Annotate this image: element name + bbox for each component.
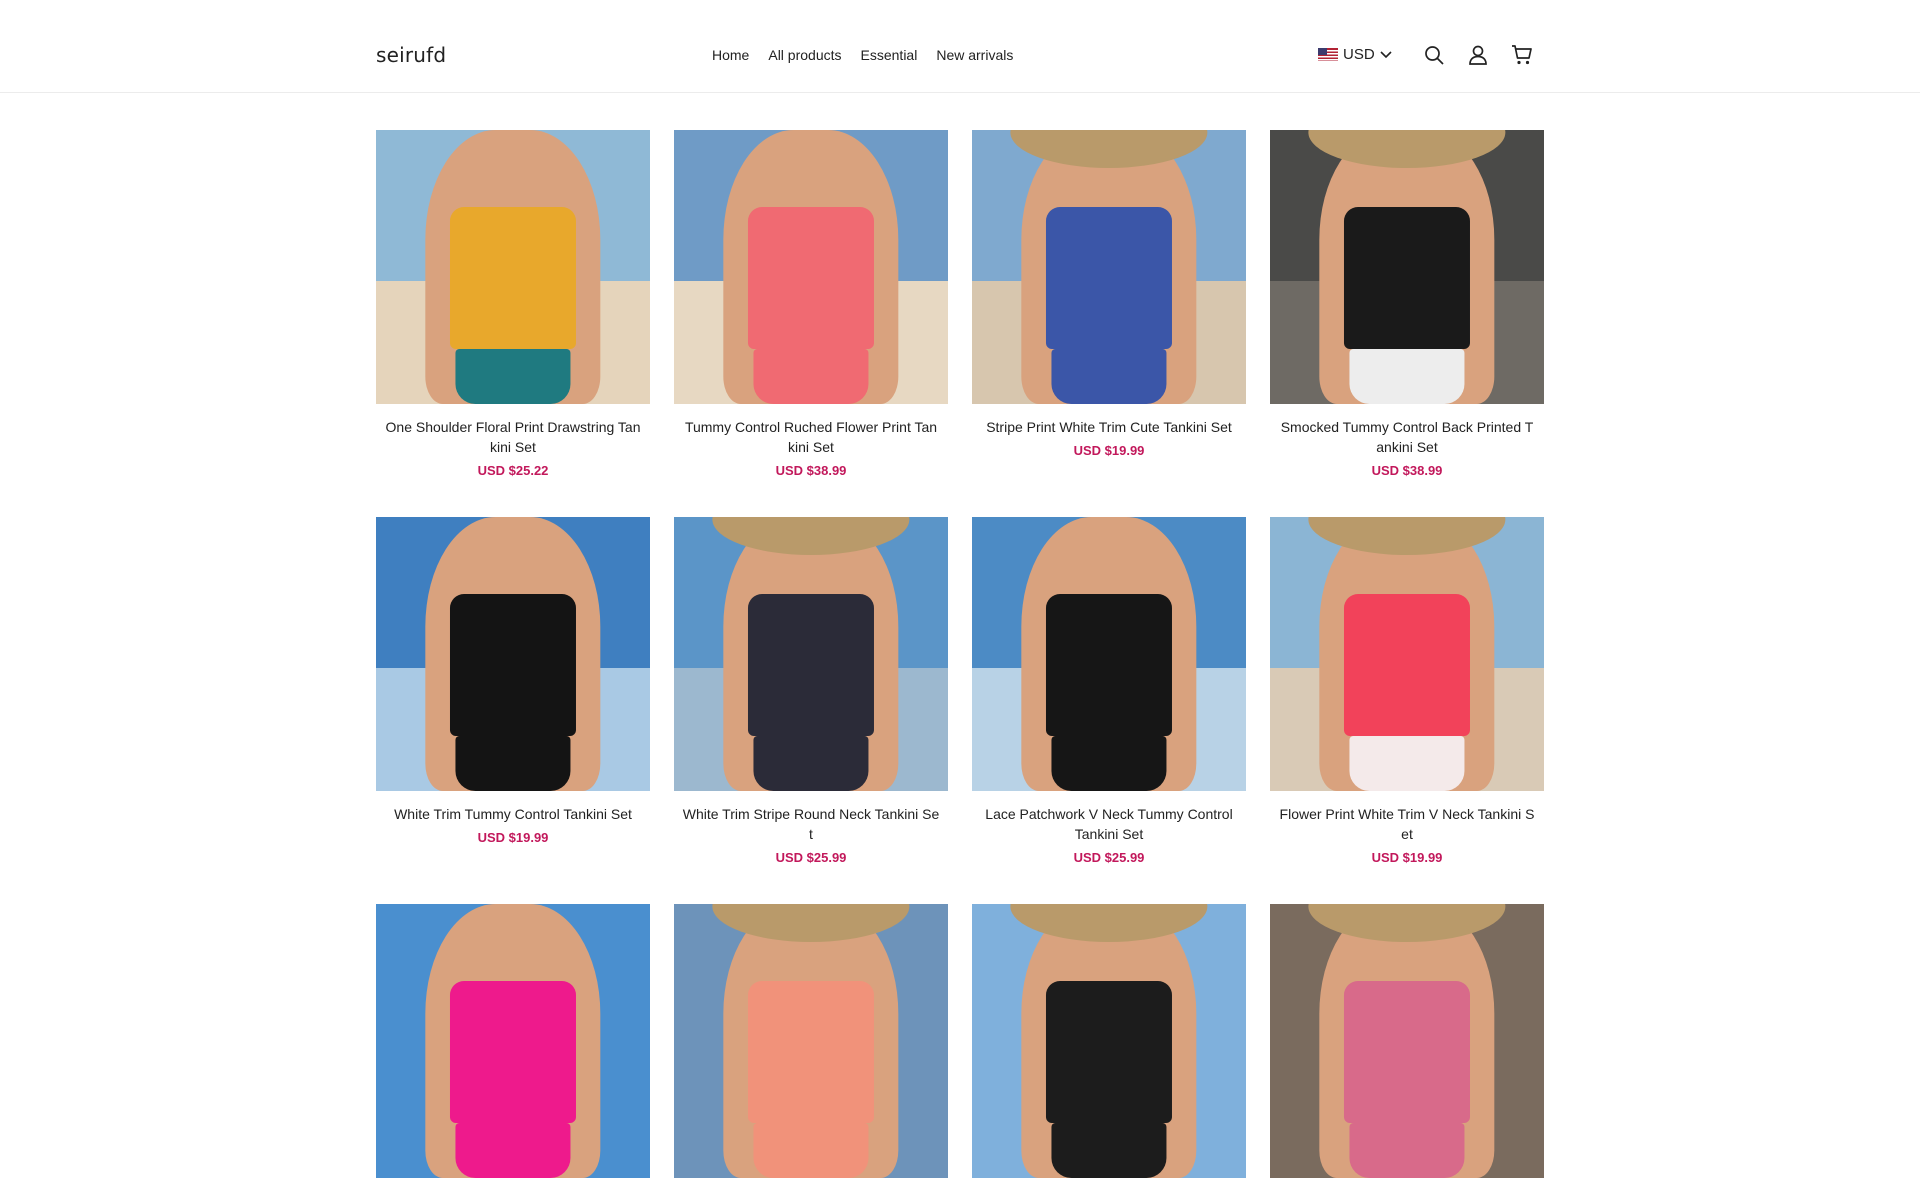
- product-title[interactable]: White Trim Tummy Control Tankini Set: [376, 804, 650, 824]
- swimsuit-top: [449, 206, 577, 350]
- chevron-down-icon: [1380, 50, 1392, 58]
- product-card[interactable]: [972, 904, 1246, 1178]
- nav-item-essential[interactable]: Essential: [861, 47, 918, 63]
- product-image[interactable]: [972, 904, 1246, 1178]
- swimsuit-top: [1045, 980, 1173, 1124]
- product-card[interactable]: Tummy Control Ruched Flower Print Tankin…: [674, 130, 948, 478]
- nav-item-home[interactable]: Home: [712, 47, 749, 63]
- product-card[interactable]: Smocked Tummy Control Back Printed Tanki…: [1270, 130, 1544, 478]
- product-price: USD $19.99: [1371, 850, 1443, 865]
- product-card[interactable]: One Shoulder Floral Print Drawstring Tan…: [376, 130, 650, 478]
- product-card[interactable]: Flower Print White Trim V Neck Tankini S…: [1270, 517, 1544, 865]
- nav-item-all-products[interactable]: All products: [768, 47, 841, 63]
- product-card[interactable]: [376, 904, 650, 1178]
- swimsuit-bottom: [753, 1123, 869, 1178]
- main-nav: Home All products Essential New arrivals: [712, 47, 1013, 63]
- product-image[interactable]: [376, 904, 650, 1178]
- product-card[interactable]: White Trim Tummy Control Tankini Set USD …: [376, 517, 650, 845]
- product-card[interactable]: [1270, 904, 1544, 1178]
- product-price: USD $25.99: [775, 850, 847, 865]
- swimsuit-bottom: [1051, 1123, 1167, 1178]
- product-card[interactable]: Lace Patchwork V Neck Tummy Control Tank…: [972, 517, 1246, 865]
- product-price: USD $38.99: [775, 463, 847, 478]
- swimsuit-top: [747, 206, 875, 350]
- product-price: USD $19.99: [1073, 443, 1145, 458]
- swimsuit-top: [1343, 206, 1471, 350]
- product-title[interactable]: Flower Print White Trim V Neck Tankini S…: [1270, 804, 1544, 844]
- swimsuit-bottom: [1051, 349, 1167, 404]
- swimsuit-bottom: [1349, 1123, 1465, 1178]
- product-card[interactable]: White Trim Stripe Round Neck Tankini Set…: [674, 517, 948, 865]
- swimsuit-bottom: [753, 349, 869, 404]
- swimsuit-top: [747, 980, 875, 1124]
- swimsuit-bottom: [1349, 736, 1465, 791]
- swimsuit-top: [449, 980, 577, 1124]
- product-image[interactable]: [376, 130, 650, 404]
- product-image[interactable]: [972, 130, 1246, 404]
- swimsuit-top: [747, 593, 875, 737]
- product-title[interactable]: One Shoulder Floral Print Drawstring Tan…: [376, 417, 650, 457]
- us-flag-icon: [1318, 48, 1338, 61]
- product-card[interactable]: [674, 904, 948, 1178]
- product-title[interactable]: Stripe Print White Trim Cute Tankini Set: [972, 417, 1246, 437]
- search-icon[interactable]: [1423, 44, 1445, 66]
- swimsuit-bottom: [455, 1123, 571, 1178]
- product-image[interactable]: [972, 517, 1246, 791]
- product-price: USD $38.99: [1371, 463, 1443, 478]
- currency-label: USD: [1343, 46, 1375, 63]
- cart-icon[interactable]: [1511, 44, 1533, 66]
- swimsuit-top: [1045, 206, 1173, 350]
- product-image[interactable]: [674, 904, 948, 1178]
- site-header: seirufd Home All products Essential New …: [0, 0, 1920, 93]
- product-card[interactable]: Stripe Print White Trim Cute Tankini Set…: [972, 130, 1246, 458]
- swimsuit-top: [1343, 593, 1471, 737]
- swimsuit-bottom: [1051, 736, 1167, 791]
- swimsuit-top: [449, 593, 577, 737]
- product-image[interactable]: [674, 517, 948, 791]
- swimsuit-bottom: [753, 736, 869, 791]
- swimsuit-top: [1343, 980, 1471, 1124]
- product-image[interactable]: [1270, 130, 1544, 404]
- nav-item-new-arrivals[interactable]: New arrivals: [936, 47, 1013, 63]
- product-title[interactable]: Smocked Tummy Control Back Printed Tanki…: [1270, 417, 1544, 457]
- user-icon[interactable]: [1467, 44, 1489, 66]
- product-price: USD $25.99: [1073, 850, 1145, 865]
- product-title[interactable]: Tummy Control Ruched Flower Print Tankin…: [674, 417, 948, 457]
- product-title[interactable]: Lace Patchwork V Neck Tummy Control Tank…: [972, 804, 1246, 844]
- swimsuit-bottom: [455, 349, 571, 404]
- swimsuit-top: [1045, 593, 1173, 737]
- currency-selector[interactable]: USD: [1318, 46, 1392, 63]
- product-title[interactable]: White Trim Stripe Round Neck Tankini Set: [674, 804, 948, 844]
- swimsuit-bottom: [1349, 349, 1465, 404]
- product-image[interactable]: [1270, 904, 1544, 1178]
- brand-logo[interactable]: seirufd: [376, 43, 446, 67]
- swimsuit-bottom: [455, 736, 571, 791]
- product-image[interactable]: [674, 130, 948, 404]
- product-image[interactable]: [376, 517, 650, 791]
- product-image[interactable]: [1270, 517, 1544, 791]
- product-price: USD $19.99: [477, 830, 549, 845]
- product-price: USD $25.22: [477, 463, 549, 478]
